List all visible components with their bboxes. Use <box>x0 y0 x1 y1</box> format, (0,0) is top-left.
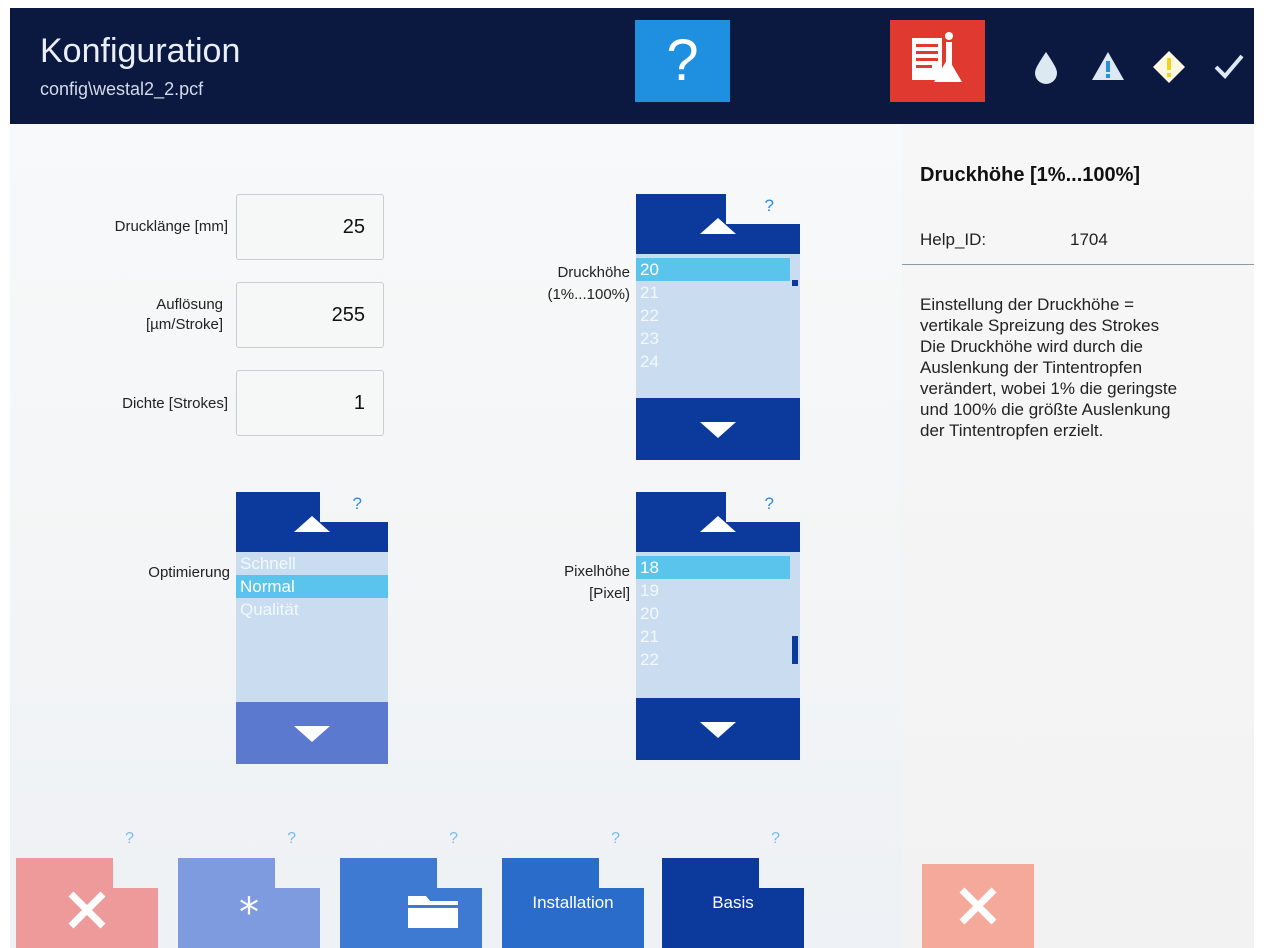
basis-button[interactable]: ? Basis <box>662 830 804 948</box>
svg-text:*: * <box>239 890 259 932</box>
list-item-selected[interactable]: 18 <box>636 556 790 579</box>
header-bar: Konfiguration config\westal2_2.pcf ? <box>10 8 1254 124</box>
page-title: Konfiguration <box>40 32 241 70</box>
help-button[interactable]: ? <box>635 20 730 102</box>
arrow-up-icon <box>700 218 736 234</box>
document-info-icon <box>890 32 985 106</box>
druckhoehe-list: 20 21 22 23 24 <box>636 254 800 402</box>
optimierung-selector: ? Schnell Normal Qualität <box>236 492 388 764</box>
druckhoehe-down-button[interactable] <box>636 398 800 460</box>
arrow-down-icon <box>294 726 330 742</box>
list-item[interactable]: 22 <box>636 304 800 327</box>
pixelhoehe-label: Pixelhöhe <box>564 563 630 580</box>
cancel-button[interactable]: ? <box>16 830 158 948</box>
help-panel: Druckhöhe [1%...100%] Help_ID: 1704 Eins… <box>902 124 1254 948</box>
status-ok-indicator[interactable] <box>1199 8 1254 124</box>
drucklaenge-label: Drucklänge [mm] <box>114 218 228 235</box>
list-item-selected[interactable]: 20 <box>636 258 790 281</box>
druckhoehe-range-label: (1%...100%) <box>547 286 630 303</box>
list-item[interactable]: 20 <box>636 602 800 625</box>
aufloesung-input[interactable]: 255 <box>236 282 384 348</box>
status-warning-indicator[interactable] <box>1077 8 1137 124</box>
installation-label: Installation <box>532 893 614 912</box>
close-help-button[interactable] <box>922 864 1034 948</box>
list-item[interactable]: 22 <box>636 648 800 671</box>
optimierung-list: Schnell Normal Qualität <box>236 552 388 702</box>
new-button[interactable]: ? * <box>178 830 320 948</box>
status-service-indicator[interactable] <box>1138 8 1198 124</box>
druckhoehe-label: Druckhöhe <box>557 264 630 281</box>
drucklaenge-input[interactable]: 25 <box>236 194 384 260</box>
open-folder-button[interactable]: ? <box>340 830 482 948</box>
optimierung-up-button[interactable]: ? <box>236 492 388 552</box>
pixelhoehe-scroll-indicator[interactable] <box>792 636 798 664</box>
druckhoehe-help-icon[interactable]: ? <box>765 196 774 216</box>
aufloesung-label: Auflösung [µm/Stroke] <box>146 296 223 333</box>
list-item[interactable]: 23 <box>636 327 800 350</box>
config-file-path: config\westal2_2.pcf <box>40 79 204 99</box>
list-item[interactable]: 24 <box>636 350 800 373</box>
new-help-icon[interactable]: ? <box>287 830 296 848</box>
arrow-down-icon <box>700 422 736 438</box>
list-item[interactable]: 21 <box>636 625 800 648</box>
pixelhoehe-selector: ? 18 19 20 21 22 <box>636 492 800 760</box>
help-id-label: Help_ID: <box>920 230 987 249</box>
arrow-up-icon <box>294 516 330 532</box>
dichte-input[interactable]: 1 <box>236 370 384 436</box>
pixelhoehe-help-icon[interactable]: ? <box>765 494 774 514</box>
divider <box>902 264 1254 265</box>
list-item[interactable]: 21 <box>636 281 800 304</box>
status-ink-indicator[interactable] <box>1016 8 1076 124</box>
druckhoehe-scroll-indicator[interactable] <box>792 280 798 286</box>
basis-label: Basis <box>712 893 754 912</box>
help-id-value: 1704 <box>1070 230 1108 249</box>
list-item-selected[interactable]: Normal <box>236 575 388 598</box>
list-item[interactable]: Qualität <box>236 598 388 621</box>
druckhoehe-selector: ? 20 21 22 23 24 <box>636 194 800 460</box>
pixelhoehe-up-button[interactable]: ? <box>636 492 800 552</box>
list-item[interactable]: Schnell <box>236 552 388 575</box>
open-help-icon[interactable]: ? <box>449 830 458 848</box>
main-content: Drucklänge [mm] 25 Auflösung [µm/Stroke]… <box>10 124 1254 948</box>
basis-help-icon[interactable]: ? <box>771 830 780 848</box>
dichte-label: Dichte [Strokes] <box>122 395 228 412</box>
help-title: Druckhöhe [1%...100%] <box>920 164 1141 186</box>
installation-button[interactable]: ? Installation <box>502 830 644 948</box>
optimierung-label: Optimierung <box>148 564 230 581</box>
arrow-down-icon <box>700 722 736 738</box>
list-item[interactable]: 19 <box>636 579 800 602</box>
installation-help-icon[interactable]: ? <box>611 830 620 848</box>
pixelhoehe-list: 18 19 20 21 22 <box>636 552 800 700</box>
info-document-button[interactable] <box>890 20 985 102</box>
optimierung-down-button[interactable] <box>236 702 388 764</box>
pixelhoehe-unit-label: [Pixel] <box>589 585 630 602</box>
help-description: Einstellung der Druckhöhe = vertikale Sp… <box>920 295 1178 440</box>
druckhoehe-up-button[interactable]: ? <box>636 194 800 254</box>
arrow-up-icon <box>700 516 736 532</box>
optimierung-help-icon[interactable]: ? <box>353 494 362 514</box>
pixelhoehe-down-button[interactable] <box>636 698 800 760</box>
cancel-help-icon[interactable]: ? <box>125 830 134 848</box>
